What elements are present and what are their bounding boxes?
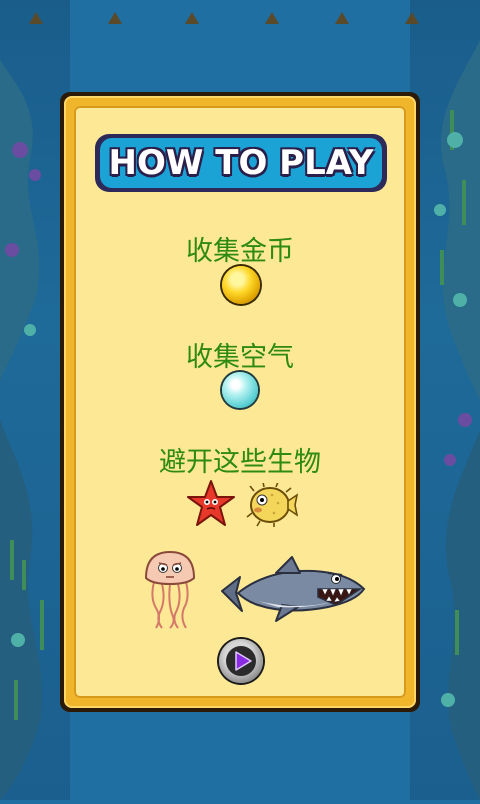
shark-icon (221, 556, 366, 622)
collect-air-label: 收集空气 (186, 342, 294, 373)
title-banner-inner: HOW TO PLAY (100, 138, 382, 188)
avoid-creatures-label: 避开这些生物 (159, 447, 321, 478)
top-spike (405, 12, 419, 24)
page-title: HOW TO PLAY (108, 143, 374, 183)
play-icon (226, 646, 256, 676)
play-button[interactable] (219, 639, 263, 683)
pufferfish-icon (246, 483, 298, 527)
top-spike (29, 12, 43, 24)
top-spike (185, 12, 199, 24)
jellyfish-icon (144, 550, 196, 629)
gold-coin-icon (222, 266, 260, 304)
air-bubble-icon (222, 372, 258, 408)
top-spike (335, 12, 349, 24)
collect-coins-label: 收集金币 (186, 236, 294, 267)
starfish-icon (187, 480, 235, 526)
top-spike (108, 12, 122, 24)
right-reef-scenery (410, 0, 480, 800)
top-spike (265, 12, 279, 24)
